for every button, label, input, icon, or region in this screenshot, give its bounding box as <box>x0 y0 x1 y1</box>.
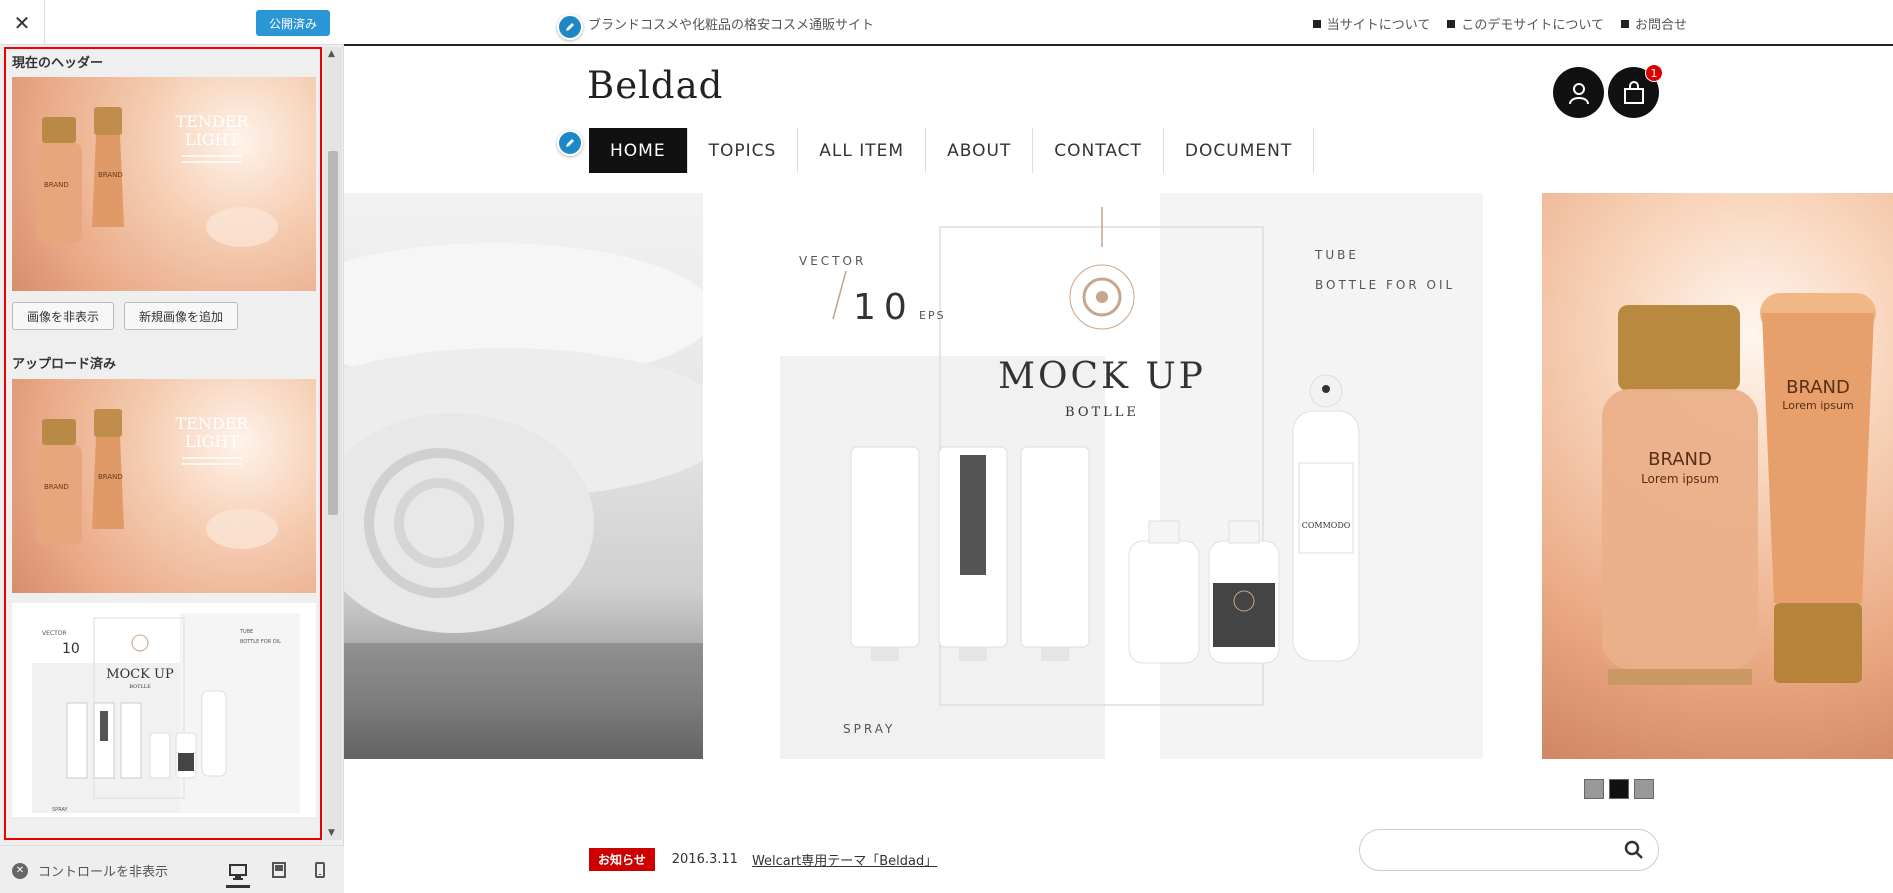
svg-text:Lorem ipsum: Lorem ipsum <box>1641 472 1719 486</box>
uploaded-heading: アップロード済み <box>12 357 117 372</box>
svg-text:LIGHT: LIGHT <box>185 432 240 451</box>
news-link[interactable]: Welcart専用テーマ「Beldad」 <box>752 850 937 869</box>
pager-dot[interactable] <box>1634 779 1654 799</box>
top-link-about-demo[interactable]: このデモサイトについて <box>1447 14 1604 33</box>
site-topbar: ブランドコスメや化粧品の格安コスメ通販サイト 当サイトについて このデモサイトに… <box>344 0 1893 46</box>
svg-text:SPRAY: SPRAY <box>843 722 895 736</box>
nav-item-all-item[interactable]: ALL ITEM <box>797 128 925 173</box>
svg-text:VECTOR: VECTOR <box>799 254 866 268</box>
svg-text:LIGHT: LIGHT <box>185 130 240 149</box>
news-badge: お知らせ <box>589 848 655 871</box>
nav-item-document[interactable]: DOCUMENT <box>1162 128 1313 173</box>
customizer-sidebar: ✕ 公開済み 現在のヘッダー BRAND BRAND TENDER LIGHT … <box>0 0 344 893</box>
slider-pager <box>1584 779 1654 799</box>
edit-pencil-icon[interactable] <box>557 14 583 40</box>
svg-text:10: 10 <box>62 641 80 657</box>
hide-image-button[interactable]: 画像を非表示 <box>12 302 114 330</box>
svg-text:TUBE: TUBE <box>239 629 253 635</box>
svg-text:BRAND: BRAND <box>1786 377 1850 398</box>
hide-controls-label: コントロールを非表示 <box>38 865 169 880</box>
svg-text:Lorem ipsum: Lorem ipsum <box>1782 399 1853 412</box>
svg-text:10: 10 <box>853 287 915 328</box>
scroll-up-icon[interactable]: ▲ <box>328 49 335 59</box>
cart-count-badge: 1 <box>1645 64 1663 82</box>
news-date: 2016.3.11 <box>671 852 738 867</box>
slide-mockup-image: VECTOR 10 EPS TUBE BOTTLE FOR OIL MOCK U… <box>703 193 1567 759</box>
close-icon[interactable]: ✕ <box>0 0 45 45</box>
svg-text:MOCK UP: MOCK UP <box>106 667 174 682</box>
svg-text:EPS: EPS <box>919 309 946 322</box>
svg-text:TENDER: TENDER <box>176 112 250 131</box>
pager-dot-active[interactable] <box>1609 779 1629 799</box>
hide-controls-button[interactable]: ✕ コントロールを非表示 <box>12 861 168 880</box>
search-box[interactable] <box>1359 829 1659 871</box>
nav-item-contact[interactable]: CONTACT <box>1032 128 1163 173</box>
top-links: 当サイトについて このデモサイトについて お問合せ <box>1313 14 1687 33</box>
customizer-footer: ✕ コントロールを非表示 <box>0 845 344 893</box>
hero-slider[interactable]: VECTOR 10 EPS TUBE BOTTLE FOR OIL MOCK U… <box>344 193 1893 759</box>
mobile-icon[interactable] <box>308 858 332 882</box>
svg-text:COMMODO: COMMODO <box>1302 521 1351 530</box>
svg-text:BRAND: BRAND <box>44 181 69 189</box>
search-icon[interactable] <box>1624 840 1644 864</box>
desktop-icon[interactable] <box>226 858 250 888</box>
svg-text:TUBE: TUBE <box>1314 248 1359 262</box>
main-nav: HOME TOPICS ALL ITEM ABOUT CONTACT DOCUM… <box>589 128 1315 173</box>
site-logo[interactable]: Beldad <box>587 64 723 107</box>
search-input[interactable] <box>1378 840 1608 862</box>
nav-item-topics[interactable]: TOPICS <box>686 128 798 173</box>
news-ticker: お知らせ 2016.3.11 Welcart専用テーマ「Beldad」 <box>589 848 937 871</box>
svg-text:BOTLLE: BOTLLE <box>129 684 151 690</box>
tablet-icon[interactable] <box>267 858 291 882</box>
nav-item-about[interactable]: ABOUT <box>925 128 1032 173</box>
scrollbar-thumb[interactable] <box>328 151 338 515</box>
site-tagline: ブランドコスメや化粧品の格安コスメ通販サイト <box>588 18 875 33</box>
svg-text:BRAND: BRAND <box>98 171 123 179</box>
svg-text:BOTLLE: BOTLLE <box>1065 405 1139 420</box>
edit-nav-pencil-icon[interactable] <box>557 130 583 156</box>
collapse-icon: ✕ <box>12 862 28 879</box>
svg-text:MOCK UP: MOCK UP <box>998 356 1206 397</box>
slide-towel-image <box>344 193 703 759</box>
cart-icon[interactable]: 1 <box>1608 64 1663 118</box>
svg-text:TENDER: TENDER <box>176 414 250 433</box>
top-link-contact[interactable]: お問合せ <box>1621 14 1687 33</box>
svg-text:BOTTLE FOR OIL: BOTTLE FOR OIL <box>240 639 281 645</box>
svg-text:BRAND: BRAND <box>1648 449 1712 470</box>
uploaded-thumbnail-mockup[interactable]: VECTOR 10 TUBE BOTTLE FOR OIL MOCK UP BO… <box>12 603 316 817</box>
nav-item-home[interactable]: HOME <box>589 128 687 173</box>
scroll-down-icon[interactable]: ▼ <box>328 828 335 838</box>
svg-text:BRAND: BRAND <box>44 483 69 491</box>
uploaded-thumbnail-cosmetic[interactable]: BRAND BRAND TENDER LIGHT <box>12 379 316 593</box>
add-new-image-button[interactable]: 新規画像を追加 <box>124 302 238 330</box>
current-header-heading: 現在のヘッダー <box>12 56 104 71</box>
site-preview: ブランドコスメや化粧品の格安コスメ通販サイト 当サイトについて このデモサイトに… <box>344 0 1893 893</box>
top-link-about-site[interactable]: 当サイトについて <box>1313 14 1431 33</box>
svg-text:BRAND: BRAND <box>98 473 123 481</box>
svg-text:BOTTLE FOR OIL: BOTTLE FOR OIL <box>1315 278 1455 292</box>
user-account-icon[interactable] <box>1553 67 1604 118</box>
sidebar-scrollbar[interactable]: ▲ ▼ <box>324 47 342 840</box>
current-header-thumbnail[interactable]: BRAND BRAND TENDER LIGHT <box>12 77 316 291</box>
publish-button[interactable]: 公開済み <box>256 10 330 36</box>
svg-text:SPRAY: SPRAY <box>52 807 68 813</box>
slide-cosmetic-image: BRAND Lorem ipsum BRAND Lorem ipsum <box>1542 193 1893 759</box>
pager-dot[interactable] <box>1584 779 1604 799</box>
customizer-header: ✕ 公開済み <box>0 0 344 45</box>
header-image-panel: 現在のヘッダー BRAND BRAND TENDER LIGHT 画像を非表示 … <box>4 47 322 840</box>
svg-text:VECTOR: VECTOR <box>42 630 67 637</box>
